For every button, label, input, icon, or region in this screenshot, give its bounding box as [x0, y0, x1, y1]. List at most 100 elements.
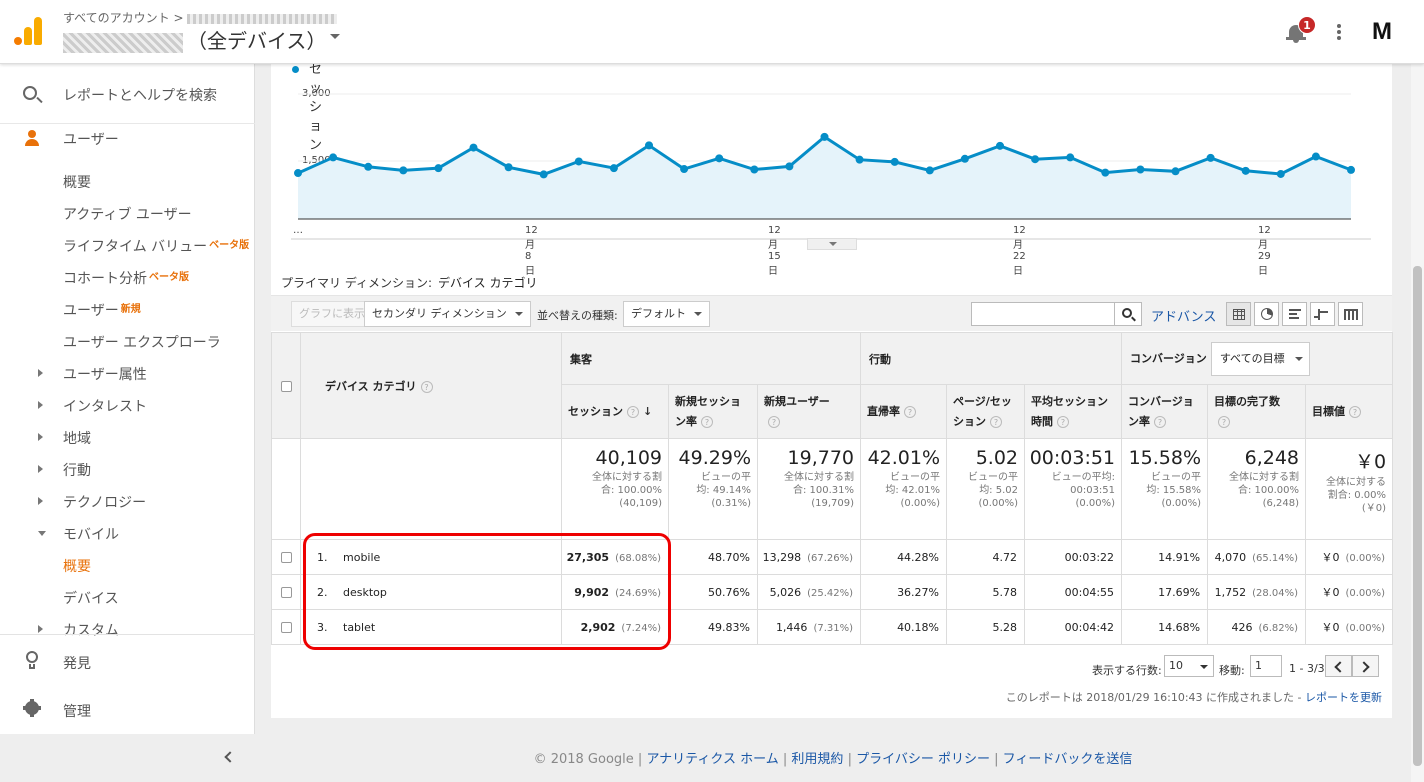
metric-header[interactable]: 新規ユーザー? [756, 384, 862, 439]
table-row[interactable]: 1. mobile 27,305 (68.08%) 48.70% 13,298 (67.26… [271, 539, 1394, 575]
sidebar-item[interactable]: テクノロジー [63, 492, 146, 512]
table-search-input[interactable] [971, 302, 1115, 326]
footer-separator: | [994, 752, 999, 767]
chevron-right-icon[interactable] [38, 465, 43, 473]
goto-page-input[interactable]: 1 [1250, 655, 1282, 677]
view-dropdown-caret-icon[interactable] [330, 34, 340, 39]
device-category-link[interactable]: mobile [343, 551, 380, 564]
table-search-button[interactable] [1115, 302, 1142, 326]
footer-link-home[interactable]: アナリティクス ホーム [646, 752, 778, 767]
secondary-dimension-label: セカンダリ ディメンション [372, 307, 507, 320]
select-all-checkbox[interactable] [280, 380, 292, 392]
plot-rows-button[interactable]: グラフに表示 [291, 301, 373, 327]
totals-label-cell [300, 438, 562, 540]
goal-selector-dropdown[interactable]: すべての目標 [1210, 341, 1310, 376]
secondary-dimension-dropdown[interactable]: セカンダリ ディメンション [364, 301, 531, 327]
row-checkbox[interactable] [280, 622, 292, 633]
more-options-icon[interactable] [1336, 24, 1342, 42]
sidebar-item[interactable]: ユーザー属性 [63, 364, 147, 384]
chevron-right-icon[interactable] [38, 497, 43, 505]
view-selector[interactable]: （全デバイス） [63, 25, 326, 54]
sort-type-dropdown[interactable]: デフォルト [623, 301, 710, 327]
sidebar-item[interactable]: コホート分析 ベータ版 [63, 268, 189, 288]
metric-header[interactable]: セッション? ↓ [561, 384, 669, 439]
device-category-link[interactable]: desktop [343, 586, 387, 599]
metric-header[interactable]: 直帰率? [860, 384, 948, 439]
footer-link-terms[interactable]: 利用規約 [791, 752, 843, 767]
table-row[interactable]: 3. tablet 2,902 (7.24%) 49.83% 1,446 (7.31%) 40… [271, 609, 1394, 645]
prev-page-button[interactable] [1325, 655, 1352, 677]
sidebar-item-label: 行動 [63, 463, 91, 479]
help-icon[interactable]: ? [990, 415, 1003, 428]
data-point [1311, 152, 1320, 161]
page-scrollbar[interactable] [1411, 64, 1424, 782]
scrollbar-thumb[interactable] [1413, 266, 1422, 766]
sidebar-item[interactable]: デバイス [63, 588, 119, 608]
performance-view-button[interactable] [1282, 302, 1307, 326]
chevron-right-icon[interactable] [38, 433, 43, 441]
sidebar-item[interactable]: ユーザー エクスプローラ [63, 332, 221, 352]
rows-per-page-select[interactable]: 10 [1164, 655, 1214, 677]
data-point [1206, 153, 1215, 162]
select-all-cell[interactable] [271, 332, 301, 439]
chevron-right-icon[interactable] [38, 369, 43, 377]
metric-header[interactable]: 平均セッション 時間? [1024, 384, 1123, 439]
sort-descending-icon[interactable]: ↓ [643, 402, 652, 422]
row-checkbox[interactable] [280, 587, 292, 598]
sidebar-item[interactable]: アクティブ ユーザー [63, 204, 192, 224]
user-avatar[interactable]: M [1372, 18, 1392, 46]
footer-link-privacy[interactable]: プライバシー ポリシー [856, 752, 990, 767]
row-checkbox[interactable] [280, 552, 292, 563]
sidebar-search[interactable]: レポートとヘルプを検索 [0, 64, 255, 124]
metric-header[interactable]: 目標値? [1305, 384, 1394, 439]
sidebar-item[interactable]: ライフタイム バリュー ベータ版 [63, 236, 249, 256]
dimension-header[interactable]: デバイス カテゴリ? [300, 332, 562, 439]
chevron-right-icon[interactable] [38, 401, 43, 409]
sidebar-item-admin[interactable]: 管理 [0, 690, 255, 730]
sidebar-item[interactable]: 概要 [63, 556, 91, 576]
next-page-button[interactable] [1352, 655, 1379, 677]
help-icon[interactable]: ? [1218, 415, 1231, 428]
sidebar-item[interactable]: ユーザー 新規 [63, 300, 141, 320]
comparison-view-button[interactable] [1310, 302, 1335, 326]
help-icon[interactable]: ? [768, 415, 780, 428]
table-view-button[interactable] [1226, 302, 1251, 326]
chart-expand-button[interactable] [807, 238, 857, 250]
sidebar-item[interactable]: 地域 [63, 428, 91, 448]
metric-header[interactable]: ページ/セッ ション? [946, 384, 1026, 439]
help-icon[interactable]: ? [627, 405, 639, 418]
help-icon[interactable]: ? [1057, 415, 1070, 428]
sidebar-item[interactable]: 行動 [63, 460, 91, 480]
table-row[interactable]: 2. desktop 9,902 (24.69%) 50.76% 5,026 (25.42%… [271, 574, 1394, 610]
sidebar-item[interactable]: モバイル [63, 524, 119, 544]
footer-link-feedback[interactable]: フィードバックを送信 [1003, 752, 1133, 767]
analytics-logo-icon[interactable] [14, 17, 42, 45]
chevron-right-icon[interactable] [38, 625, 43, 633]
pie-view-button[interactable] [1254, 302, 1279, 326]
sidebar-item-discover[interactable]: 発見 [0, 642, 255, 682]
metric-header[interactable]: 新規セッショ ン率? [668, 384, 758, 439]
total-value: 19,770 [787, 447, 855, 469]
x-tick-label: … [293, 225, 303, 236]
primary-dimension-value[interactable]: デバイス カテゴリ [438, 276, 537, 290]
help-icon[interactable]: ? [1349, 405, 1362, 418]
sidebar-item[interactable]: カスタム [63, 620, 119, 640]
metric-header[interactable]: 目標の完了数? [1207, 384, 1307, 439]
sidebar-users-header[interactable]: ユーザー [0, 126, 255, 152]
help-icon[interactable]: ? [420, 380, 433, 393]
advanced-filter-link[interactable]: アドバンス [1151, 306, 1216, 325]
help-icon[interactable]: ? [1154, 415, 1167, 428]
pivot-view-button[interactable] [1338, 302, 1363, 326]
help-icon[interactable]: ? [701, 415, 713, 428]
total-subtext: ビューの平 [890, 472, 941, 483]
chevron-down-icon[interactable] [38, 531, 46, 536]
refresh-report-link[interactable]: レポートを更新 [1305, 691, 1382, 704]
account-breadcrumb[interactable]: すべてのアカウント > [63, 9, 337, 26]
sidebar-collapse-button[interactable] [0, 734, 255, 782]
sidebar-item[interactable]: インタレスト [63, 396, 147, 416]
device-category-link[interactable]: tablet [343, 621, 375, 634]
metric-header[interactable]: コンバージョ ン率? [1121, 384, 1209, 439]
help-icon[interactable]: ? [904, 405, 917, 418]
goal-completions-value: 426 [1231, 620, 1253, 634]
sidebar-item[interactable]: 概要 [63, 172, 91, 192]
